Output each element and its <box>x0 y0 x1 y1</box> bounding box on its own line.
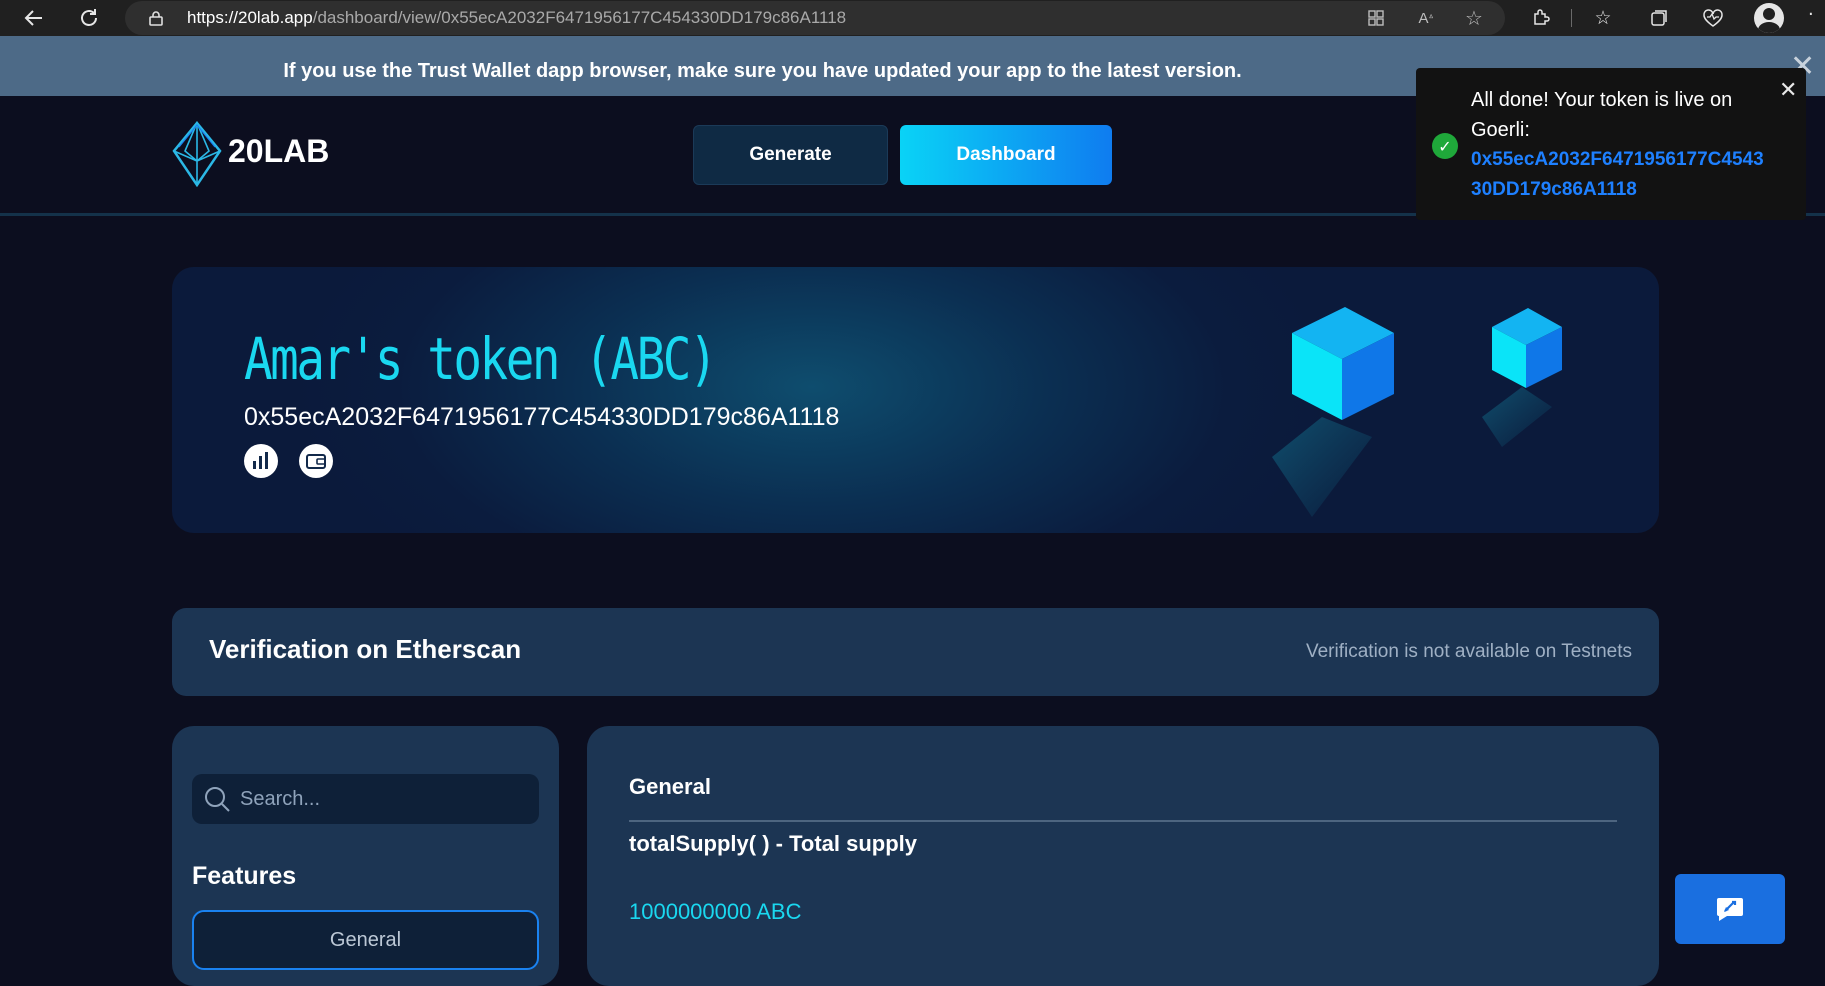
app-grid-icon[interactable] <box>1362 4 1390 32</box>
chart-icon[interactable] <box>244 444 278 478</box>
token-title: Amar's token (ABC) <box>244 325 718 393</box>
verification-title: Verification on Etherscan <box>209 634 522 664</box>
token-hero-card: Amar's token (ABC) 0x55ecA2032F647195617… <box>172 267 1659 533</box>
toolbar-divider <box>1571 9 1572 27</box>
verification-card: Verification on Etherscan Verification i… <box>172 608 1659 696</box>
token-address: 0x55ecA2032F6471956177C454330DD179c86A11… <box>244 403 840 431</box>
url-host: https://20lab.app <box>187 8 313 27</box>
function-label: totalSupply( ) - Total supply <box>629 831 918 856</box>
features-heading: Features <box>192 862 297 890</box>
generate-button[interactable]: Generate <box>693 125 888 185</box>
chat-icon <box>1717 898 1743 921</box>
favorite-star-icon[interactable]: ☆ <box>1460 4 1488 32</box>
total-supply-value: 1000000000 ABC <box>629 899 802 924</box>
back-arrow-icon[interactable] <box>20 4 48 32</box>
feedback-chat-button[interactable] <box>1675 874 1785 944</box>
toast-message: All done! Your token is live on Goerli: <box>1471 89 1733 141</box>
feature-item-general[interactable]: General <box>192 910 539 970</box>
logo-icon[interactable] <box>170 121 224 187</box>
section-title: General <box>629 774 711 799</box>
browser-essentials-icon[interactable] <box>1699 4 1727 32</box>
browser-toolbar: https://20lab.app/dashboard/view/0x55ecA… <box>0 0 1825 36</box>
verification-note: Verification is not available on Testnet… <box>1305 641 1632 662</box>
favorites-icon[interactable]: ☆ <box>1589 4 1617 32</box>
toast-token-link[interactable]: 0x55ecA2032F6471956177C454330DD179c86A11… <box>1471 145 1771 205</box>
feature-detail-panel: General totalSupply( ) - Total supply 10… <box>587 726 1659 986</box>
collections-icon[interactable] <box>1645 4 1673 32</box>
read-aloud-icon[interactable]: Aᐞ <box>1412 4 1440 32</box>
section-divider <box>629 820 1617 822</box>
extensions-puzzle-icon[interactable] <box>1527 4 1555 32</box>
success-toast: ✓ All done! Your token is live on Goerli… <box>1416 68 1806 220</box>
lock-icon[interactable] <box>147 9 165 27</box>
url-text[interactable]: https://20lab.app/dashboard/view/0x55ecA… <box>187 1 846 35</box>
features-sidebar: Features General <box>172 726 559 986</box>
address-bar[interactable]: https://20lab.app/dashboard/view/0x55ecA… <box>125 1 1505 35</box>
search-box[interactable] <box>192 774 539 824</box>
refresh-icon[interactable] <box>75 4 103 32</box>
dashboard-button[interactable]: Dashboard <box>900 125 1112 185</box>
toast-close-icon[interactable]: ✕ <box>1779 80 1797 102</box>
search-icon <box>205 787 230 812</box>
url-path: /dashboard/view/0x55ecA2032F6471956177C4… <box>312 8 847 27</box>
wallet-icon[interactable] <box>299 444 333 478</box>
cubes-illustration <box>1272 307 1562 517</box>
check-circle-icon: ✓ <box>1432 133 1458 159</box>
search-input[interactable] <box>240 774 530 824</box>
more-menu-icon[interactable]: · <box>1808 4 1814 25</box>
profile-avatar-icon[interactable] <box>1754 3 1784 33</box>
logo-text[interactable]: 20LAB <box>228 133 329 170</box>
